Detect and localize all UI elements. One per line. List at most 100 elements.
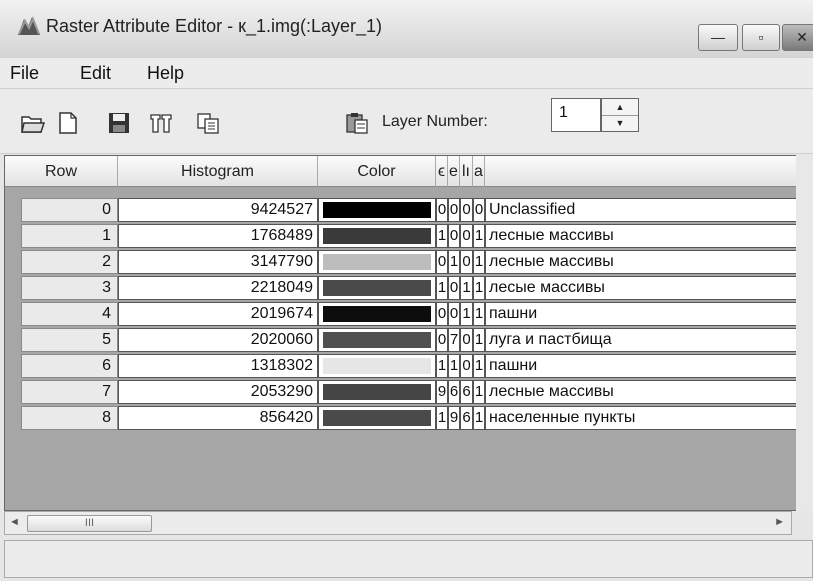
- color-cell[interactable]: [318, 250, 436, 274]
- class-name-cell[interactable]: лесные массивы: [485, 380, 805, 404]
- layer-number-input[interactable]: 1: [551, 98, 601, 132]
- blue-cell[interactable]: 0: [460, 328, 473, 352]
- class-name-cell[interactable]: лесные массивы: [485, 224, 805, 248]
- class-name-cell[interactable]: населенные пункты: [485, 406, 805, 430]
- class-name-cell[interactable]: Unclassified: [485, 198, 805, 222]
- opacity-cell[interactable]: 1: [473, 250, 485, 274]
- opacity-cell[interactable]: 1: [473, 276, 485, 300]
- blue-cell[interactable]: 0: [460, 224, 473, 248]
- color-cell[interactable]: [318, 406, 436, 430]
- color-cell[interactable]: [318, 302, 436, 326]
- color-cell[interactable]: [318, 380, 436, 404]
- class-name-cell[interactable]: луга и пастбища: [485, 328, 805, 352]
- blue-cell[interactable]: 6: [460, 380, 473, 404]
- layer-number-spinner[interactable]: ▲ ▼: [601, 98, 639, 132]
- histogram-cell[interactable]: 2020060: [118, 328, 318, 352]
- red-cell[interactable]: 0: [436, 302, 448, 326]
- color-cell[interactable]: [318, 198, 436, 222]
- header-blue[interactable]: lı: [460, 156, 473, 187]
- histogram-cell[interactable]: 1768489: [118, 224, 318, 248]
- scroll-left-icon[interactable]: ◄: [9, 516, 20, 528]
- title-bar[interactable]: Raster Attribute Editor - к_1.img(:Layer…: [0, 0, 813, 58]
- histogram-cell[interactable]: 3147790: [118, 250, 318, 274]
- red-cell[interactable]: 9: [436, 380, 448, 404]
- histogram-cell[interactable]: 2218049: [118, 276, 318, 300]
- red-cell[interactable]: 1: [436, 276, 448, 300]
- opacity-cell[interactable]: 1: [473, 328, 485, 352]
- row-number-cell[interactable]: 0: [21, 198, 118, 222]
- close-button[interactable]: ✕: [782, 24, 813, 51]
- row-number-cell[interactable]: 4: [21, 302, 118, 326]
- green-cell[interactable]: 7: [448, 328, 460, 352]
- red-cell[interactable]: 1: [436, 406, 448, 430]
- red-cell[interactable]: 1: [436, 354, 448, 378]
- green-cell[interactable]: 6: [448, 380, 460, 404]
- red-cell[interactable]: 0: [436, 250, 448, 274]
- color-cell[interactable]: [318, 276, 436, 300]
- paste-icon[interactable]: [344, 111, 370, 135]
- red-cell[interactable]: 0: [436, 328, 448, 352]
- histogram-cell[interactable]: 2053290: [118, 380, 318, 404]
- row-number-cell[interactable]: 7: [21, 380, 118, 404]
- green-cell[interactable]: 0: [448, 276, 460, 300]
- columns-icon[interactable]: [148, 111, 174, 135]
- histogram-cell[interactable]: 9424527: [118, 198, 318, 222]
- row-number-cell[interactable]: 6: [21, 354, 118, 378]
- vertical-scrollbar[interactable]: [796, 155, 813, 511]
- color-cell[interactable]: [318, 328, 436, 352]
- color-cell[interactable]: [318, 224, 436, 248]
- opacity-cell[interactable]: 1: [473, 302, 485, 326]
- menu-help[interactable]: Help: [147, 63, 184, 84]
- blue-cell[interactable]: 6: [460, 406, 473, 430]
- header-green[interactable]: e: [448, 156, 460, 187]
- opacity-cell[interactable]: 1: [473, 380, 485, 404]
- blue-cell[interactable]: 0: [460, 198, 473, 222]
- header-red[interactable]: ϵ: [436, 156, 448, 187]
- green-cell[interactable]: 0: [448, 302, 460, 326]
- class-name-cell[interactable]: пашни: [485, 354, 805, 378]
- color-cell[interactable]: [318, 354, 436, 378]
- blue-cell[interactable]: 1: [460, 276, 473, 300]
- copy-icon[interactable]: [195, 111, 221, 135]
- open-folder-icon[interactable]: [20, 111, 46, 135]
- horizontal-scrollbar[interactable]: ◄ III ►: [4, 511, 792, 535]
- opacity-cell[interactable]: 1: [473, 354, 485, 378]
- minimize-button[interactable]: —: [698, 24, 738, 51]
- red-cell[interactable]: 1: [436, 224, 448, 248]
- opacity-cell[interactable]: 1: [473, 224, 485, 248]
- save-disk-icon[interactable]: [106, 111, 132, 135]
- green-cell[interactable]: 0: [448, 198, 460, 222]
- green-cell[interactable]: 1: [448, 354, 460, 378]
- class-name-cell[interactable]: лесные массивы: [485, 250, 805, 274]
- green-cell[interactable]: 0: [448, 224, 460, 248]
- spin-down-icon[interactable]: ▼: [602, 115, 638, 131]
- menu-file[interactable]: File: [10, 63, 39, 84]
- scroll-thumb[interactable]: III: [27, 515, 152, 532]
- red-cell[interactable]: 0: [436, 198, 448, 222]
- opacity-cell[interactable]: 1: [473, 406, 485, 430]
- scroll-right-icon[interactable]: ►: [774, 516, 785, 528]
- menu-edit[interactable]: Edit: [80, 63, 111, 84]
- opacity-cell[interactable]: 0: [473, 198, 485, 222]
- row-number-cell[interactable]: 8: [21, 406, 118, 430]
- histogram-cell[interactable]: 2019674: [118, 302, 318, 326]
- row-number-cell[interactable]: 3: [21, 276, 118, 300]
- header-row[interactable]: Row: [5, 156, 118, 187]
- spin-up-icon[interactable]: ▲: [602, 99, 638, 116]
- green-cell[interactable]: 1: [448, 250, 460, 274]
- histogram-cell[interactable]: 856420: [118, 406, 318, 430]
- header-color[interactable]: Color: [318, 156, 436, 187]
- row-number-cell[interactable]: 1: [21, 224, 118, 248]
- blue-cell[interactable]: 0: [460, 250, 473, 274]
- blue-cell[interactable]: 1: [460, 302, 473, 326]
- header-class-name[interactable]: [485, 156, 805, 187]
- class-name-cell[interactable]: лесые массивы: [485, 276, 805, 300]
- maximize-button[interactable]: ▫: [742, 24, 780, 51]
- blue-cell[interactable]: 0: [460, 354, 473, 378]
- row-number-cell[interactable]: 2: [21, 250, 118, 274]
- new-document-icon[interactable]: [55, 111, 81, 135]
- header-opacity[interactable]: a: [473, 156, 485, 187]
- header-histogram[interactable]: Histogram: [118, 156, 318, 187]
- green-cell[interactable]: 9: [448, 406, 460, 430]
- histogram-cell[interactable]: 1318302: [118, 354, 318, 378]
